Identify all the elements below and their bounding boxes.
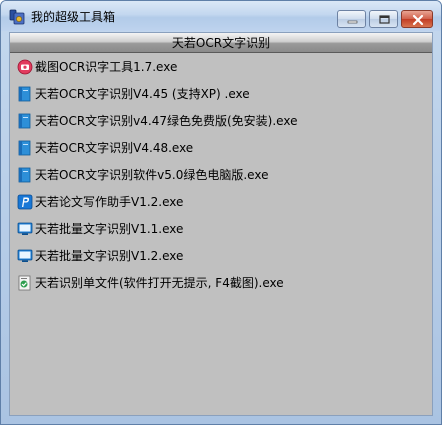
list-item-label: 天若OCR文字识别软件v5.0绿色电脑版.exe [35, 168, 269, 182]
blue-document-icon [18, 140, 31, 156]
list-item[interactable]: 天若批量文字识别V1.1.exe [10, 217, 432, 241]
title-bar[interactable]: 我的超级工具箱 [1, 1, 441, 31]
toolbox-app-icon [9, 9, 25, 25]
blue-document-icon [18, 113, 31, 129]
list-item[interactable]: 天若OCR文字识别V4.45 (支持XP) .exe [10, 82, 432, 106]
group-header[interactable]: 天若OCR文字识别 [10, 33, 432, 53]
blue-document-icon [18, 86, 31, 102]
list-item[interactable]: 天若论文写作助手V1.2.exe [10, 190, 432, 214]
list-item-label: 天若论文写作助手V1.2.exe [35, 195, 184, 209]
list-item[interactable]: 截图OCR识字工具1.7.exe [10, 55, 432, 79]
list-item-label: 天若批量文字识别V1.2.exe [35, 249, 184, 263]
close-button[interactable] [401, 10, 433, 28]
maximize-icon [379, 15, 390, 24]
client-area: 天若OCR文字识别 截图OCR识字工具1.7.exe 天若OCR文字识别V4.4… [9, 32, 433, 416]
list-item-label: 天若识别单文件(软件打开无提示, F4截图).exe [35, 276, 284, 290]
list-item[interactable]: 天若识别单文件(软件打开无提示, F4截图).exe [10, 271, 432, 295]
green-scan-icon [18, 275, 31, 291]
monitor-icon [17, 249, 33, 262]
minimize-icon [347, 20, 358, 24]
list-item-label: 截图OCR识字工具1.7.exe [35, 60, 178, 74]
list-item[interactable]: 天若批量文字识别V1.2.exe [10, 244, 432, 268]
blue-document-icon [18, 167, 31, 183]
monitor-icon [17, 222, 33, 235]
list-item-label: 天若批量文字识别V1.1.exe [35, 222, 184, 236]
maximize-button[interactable] [369, 10, 398, 28]
group-header-title: 天若OCR文字识别 [171, 36, 271, 50]
red-circle-camera-icon [17, 59, 33, 75]
minimize-button[interactable] [337, 10, 366, 28]
window-title: 我的超级工具箱 [31, 10, 116, 24]
list-item-label: 天若OCR文字识别v4.47绿色免费版(免安装).exe [35, 114, 298, 128]
list-item[interactable]: 天若OCR文字识别v4.47绿色免费版(免安装).exe [10, 109, 432, 133]
list-item-label: 天若OCR文字识别V4.48.exe [35, 141, 194, 155]
list-item-label: 天若OCR文字识别V4.45 (支持XP) .exe [35, 87, 250, 101]
app-window: 我的超级工具箱 天若OCR文字识别 截图OCR识字工具1.7.exe 天若OCR… [0, 0, 442, 425]
close-icon [412, 14, 424, 26]
list-item[interactable]: 天若OCR文字识别V4.48.exe [10, 136, 432, 160]
list-item[interactable]: 天若OCR文字识别软件v5.0绿色电脑版.exe [10, 163, 432, 187]
blue-p-icon [17, 194, 33, 210]
